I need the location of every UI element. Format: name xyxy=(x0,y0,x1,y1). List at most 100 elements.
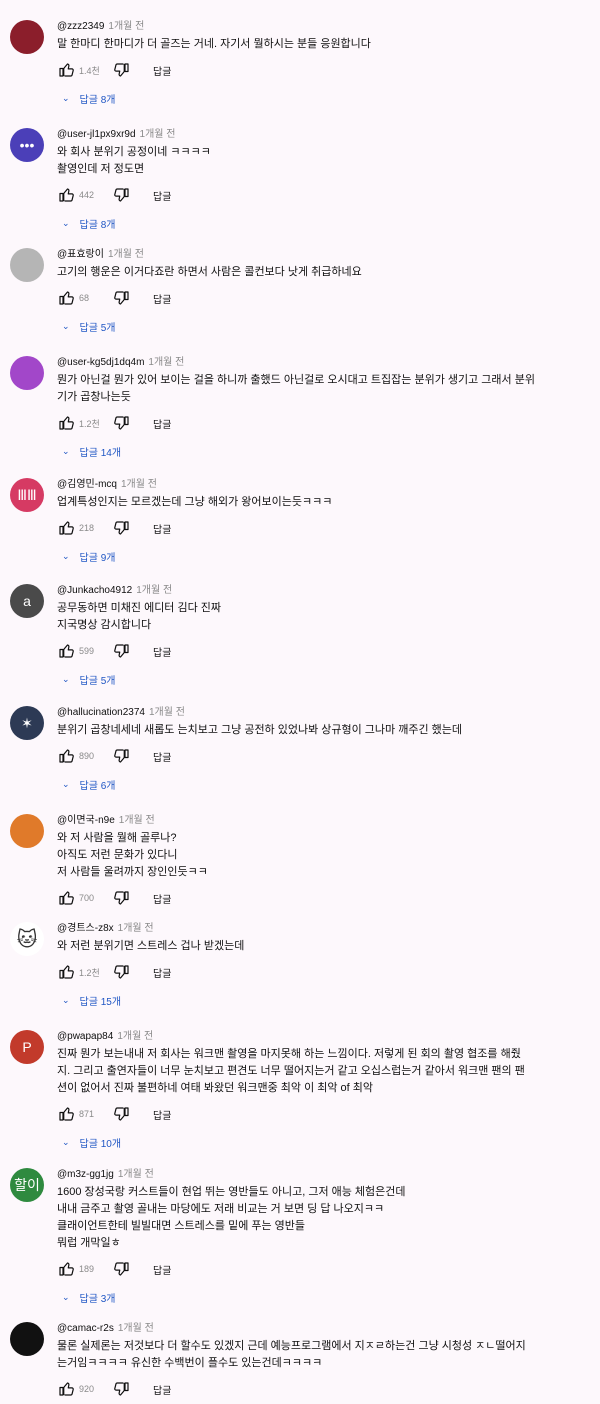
avatar[interactable] xyxy=(10,20,44,54)
reply-button[interactable]: 답글 xyxy=(153,1107,171,1122)
comment-timestamp[interactable]: 1개월 전 xyxy=(136,585,172,596)
comment-timestamp[interactable]: 1개월 전 xyxy=(118,1323,154,1334)
comment-timestamp[interactable]: 1개월 전 xyxy=(149,707,185,718)
comment-timestamp[interactable]: 1개월 전 xyxy=(117,1031,153,1042)
avatar[interactable]: ✶ xyxy=(10,706,44,740)
thumbs-up-icon[interactable] xyxy=(57,414,75,432)
comment-actions: 68 답글 xyxy=(57,287,592,309)
thumbs-down-icon[interactable] xyxy=(113,61,131,79)
thumbs-up-icon[interactable] xyxy=(57,61,75,79)
reply-button[interactable]: 답글 xyxy=(153,644,171,659)
thumbs-down-icon[interactable] xyxy=(113,289,131,307)
thumbs-up-icon[interactable] xyxy=(57,747,75,765)
reply-button[interactable]: 답글 xyxy=(153,291,171,306)
comment-timestamp[interactable]: 1개월 전 xyxy=(121,479,157,490)
replies-count: 답글 8개 xyxy=(79,219,116,231)
reply-button[interactable]: 답글 xyxy=(153,63,171,78)
thumbs-up-icon[interactable] xyxy=(57,889,75,907)
comment-text-line: 저 사람들 울려까지 장인인듯ㅋㅋ xyxy=(57,866,208,878)
thumbs-down-icon[interactable] xyxy=(113,186,131,204)
avatar[interactable]: P xyxy=(10,1030,44,1064)
view-replies-button[interactable]: ⌄ 답글 15개 xyxy=(62,991,592,1009)
reply-button[interactable]: 답글 xyxy=(153,749,171,764)
avatar[interactable]: a xyxy=(10,584,44,618)
comment-author[interactable]: @pwapap84 xyxy=(57,1031,113,1042)
view-replies-button[interactable]: ⌄ 답글 3개 xyxy=(62,1288,592,1306)
thumbs-up-icon[interactable] xyxy=(57,1105,75,1123)
comment-author[interactable]: @m3z-gg1jg xyxy=(57,1169,114,1180)
comment-actions: 218 답글 xyxy=(57,517,592,539)
comment-author[interactable]: @이면국-n9e xyxy=(57,815,115,826)
avatar[interactable] xyxy=(10,814,44,848)
view-replies-button[interactable]: ⌄ 답글 14개 xyxy=(62,442,592,460)
thumbs-up-icon[interactable] xyxy=(57,1380,75,1398)
replies-count: 답글 5개 xyxy=(79,675,116,687)
comment-timestamp[interactable]: 1개월 전 xyxy=(118,923,154,934)
thumbs-down-icon[interactable] xyxy=(113,414,131,432)
thumbs-up-icon[interactable] xyxy=(57,289,75,307)
thumbs-down-icon[interactable] xyxy=(113,642,131,660)
comment-timestamp[interactable]: 1개월 전 xyxy=(148,357,184,368)
thumbs-down-icon[interactable] xyxy=(113,1105,131,1123)
thumbs-down-icon[interactable] xyxy=(113,747,131,765)
avatar[interactable] xyxy=(10,356,44,390)
reply-button[interactable]: 답글 xyxy=(153,521,171,536)
view-replies-button[interactable]: ⌄ 답글 6개 xyxy=(62,775,592,793)
view-replies-button[interactable]: ⌄ 답글 8개 xyxy=(62,214,592,232)
chevron-down-icon: ⌄ xyxy=(62,1291,70,1302)
comment-actions: 700 답글 xyxy=(57,887,592,909)
comment-text-line: 와 회사 분위기 공정이네 ㅋㅋㅋㅋ xyxy=(57,146,211,158)
comment-timestamp[interactable]: 1개월 전 xyxy=(108,249,144,260)
thumbs-down-icon[interactable] xyxy=(113,519,131,537)
view-replies-button[interactable]: ⌄ 답글 5개 xyxy=(62,317,592,335)
comment-author[interactable]: @user-jl1px9xr9d xyxy=(57,129,136,140)
comment-timestamp[interactable]: 1개월 전 xyxy=(108,21,144,32)
thumbs-down-icon[interactable] xyxy=(113,889,131,907)
avatar[interactable]: 🐱 xyxy=(10,922,44,956)
comment-author[interactable]: @김영민-mcq xyxy=(57,479,117,490)
avatar[interactable]: ⅢⅢ xyxy=(10,478,44,512)
comment-author[interactable]: @camac-r2s xyxy=(57,1323,114,1334)
thumbs-down-icon[interactable] xyxy=(113,963,131,981)
comment-author[interactable]: @경트스-z8x xyxy=(57,923,114,934)
reply-button[interactable]: 답글 xyxy=(153,188,171,203)
comment-text-line: 내내 금주고 촬영 골내는 마당에도 저래 비교는 거 보면 딩 답 나오지ㅋㅋ xyxy=(57,1203,385,1215)
comment-text-line: 아직도 저런 문화가 있다니 xyxy=(57,849,178,861)
view-replies-button[interactable]: ⌄ 답글 8개 xyxy=(62,89,592,107)
comment-timestamp[interactable]: 1개월 전 xyxy=(140,129,176,140)
comment-author[interactable]: @hallucination2374 xyxy=(57,707,145,718)
avatar[interactable]: 할이 xyxy=(10,1168,44,1202)
thumbs-up-icon[interactable] xyxy=(57,519,75,537)
thumbs-up-icon[interactable] xyxy=(57,186,75,204)
reply-button[interactable]: 답글 xyxy=(153,416,171,431)
reply-button[interactable]: 답글 xyxy=(153,965,171,980)
view-replies-button[interactable]: ⌄ 답글 9개 xyxy=(62,547,592,565)
chevron-down-icon: ⌄ xyxy=(62,778,70,789)
avatar[interactable]: ••• xyxy=(10,128,44,162)
avatar[interactable] xyxy=(10,1322,44,1356)
comment-text-line: 는거임ㅋㅋㅋㅋ 유신한 수백번이 플수도 있는건데ㅋㅋㅋㅋ xyxy=(57,1357,323,1369)
comment-text-line: 뭔가 아닌걸 뭔가 있어 보이는 걸을 하니까 출했드 아닌걸로 오시대고 트집… xyxy=(57,374,535,386)
view-replies-button[interactable]: ⌄ 답글 10개 xyxy=(62,1133,592,1151)
thumbs-up-icon[interactable] xyxy=(57,1260,75,1278)
comment-author[interactable]: @zzz2349 xyxy=(57,21,104,32)
comment-timestamp[interactable]: 1개월 전 xyxy=(119,815,155,826)
avatar[interactable] xyxy=(10,248,44,282)
comment-actions: 1.2천 답글 xyxy=(57,412,592,434)
comment-actions: 599 답글 xyxy=(57,640,592,662)
comment-text-line: 클래이언트한테 빌빌대면 스트레스를 밑에 푸는 영반들 xyxy=(57,1220,306,1232)
comment-timestamp[interactable]: 1개월 전 xyxy=(118,1169,154,1180)
view-replies-button[interactable]: ⌄ 답글 5개 xyxy=(62,670,592,688)
thumbs-down-icon[interactable] xyxy=(113,1260,131,1278)
thumbs-down-icon[interactable] xyxy=(113,1380,131,1398)
reply-button[interactable]: 답글 xyxy=(153,1382,171,1397)
reply-button[interactable]: 답글 xyxy=(153,891,171,906)
like-count: 599 xyxy=(79,646,95,656)
comment-actions: 871 답글 xyxy=(57,1103,592,1125)
comment-author[interactable]: @Junkacho4912 xyxy=(57,585,132,596)
thumbs-up-icon[interactable] xyxy=(57,642,75,660)
comment-author[interactable]: @표효랑이 xyxy=(57,249,104,260)
comment-author[interactable]: @user-kg5dj1dq4m xyxy=(57,357,144,368)
thumbs-up-icon[interactable] xyxy=(57,963,75,981)
reply-button[interactable]: 답글 xyxy=(153,1262,171,1277)
